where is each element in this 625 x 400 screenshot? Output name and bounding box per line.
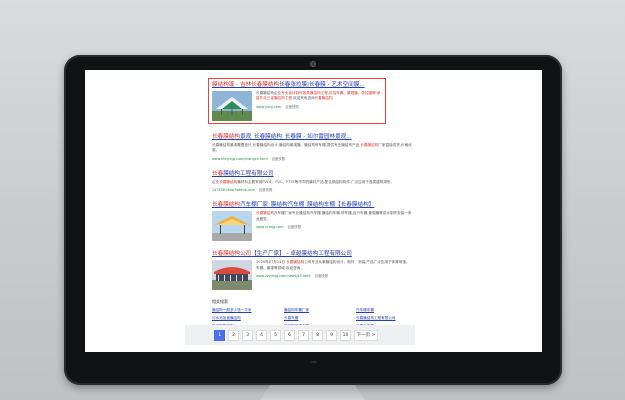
result-body: 长春膜结构景观雕塑设计,长春膜结构设计,膜结构景观膜、膜结构停车棚,提供专业膜结… xyxy=(212,143,412,161)
result-url[interactable]: www.jlxxjj.com xyxy=(256,105,281,109)
result-thumbnail[interactable] xyxy=(212,91,252,121)
snapshot-link[interactable]: 百度快照 xyxy=(315,274,329,278)
result-meta: www.zzyjmjg.com/news/45.html 百度快照 xyxy=(256,273,412,278)
result-text: 长春膜结构汽车棚厂家专业膜结构汽车棚,膜结构车棚,停车棚,自行车棚,景观膜等设计… xyxy=(256,211,412,241)
result-meta: www.ccmjg.com 百度快照 xyxy=(256,224,412,229)
page-button-9[interactable]: 9 xyxy=(326,330,337,341)
result-description: 长春膜结构企业专业设计制作各类膜结构工程,包括车棚、景观膜、张拉膜等,承接东北三… xyxy=(256,91,382,102)
result-title-link[interactable]: 膜结构篷 - 吉林长春膜结构长春张拉膜|长春膜 - 艺术空间膜... xyxy=(212,81,382,89)
title-highlight: 长春膜结构 xyxy=(212,251,240,258)
desc-text: 汽车棚厂家专业膜结构汽车棚,膜结构车棚,停车棚,自行车棚,景观膜等设计制作安装一… xyxy=(256,211,412,221)
desc-text: 长春膜结构景观雕塑设计,长春膜结构设计,膜结构景观膜、膜结构停车棚,提供专业膜结… xyxy=(212,143,361,147)
related-link[interactable]: 膜结构一般多少钱一平米 xyxy=(212,308,284,313)
snapshot-link[interactable]: 百度快照 xyxy=(285,105,299,109)
result-text: 长春膜结构景观雕塑设计,长春膜结构设计,膜结构景观膜、膜结构停车棚,提供专业膜结… xyxy=(212,143,412,161)
result-body: 企业长春膜结构膜材料主要采用PVDF、PVC、PTFE等不同的膜材产品,配合钢结… xyxy=(212,180,412,192)
result-title-link[interactable]: 长春膜结构工程有限公司 xyxy=(212,170,412,178)
title-text: 公司 xyxy=(239,251,252,258)
related-link[interactable]: 汽车棚车棚 xyxy=(356,308,416,313)
result-body: 长春膜结构汽车棚厂家专业膜结构汽车棚,膜结构车棚,停车棚,自行车棚,景观膜等设计… xyxy=(212,211,412,242)
title-highlight: 膜结构篷 - 吉林 xyxy=(212,82,252,88)
related-link[interactable]: 长春车棚 xyxy=(284,316,356,321)
desc-highlight: 长春膜结构 xyxy=(314,96,333,101)
page-button-6[interactable]: 6 xyxy=(284,330,295,341)
result-text: 2020年07月24日 长春膜结构公司专业从事膜结构设计、制作、安装,产品广泛应… xyxy=(256,260,412,290)
page-button-4[interactable]: 4 xyxy=(256,330,267,341)
desc-highlight: 长春膜结构 xyxy=(256,211,274,216)
result-description: 2020年07月24日 长春膜结构公司专业从事膜结构设计、制作、安装,产品广泛应… xyxy=(256,260,412,271)
result-body: 长春膜结构企业专业设计制作各类膜结构工程,包括车棚、景观膜、张拉膜等,承接东北三… xyxy=(212,91,382,121)
title-text: 汽车棚厂家_膜结构汽车棚_膜结构车棚【长春 xyxy=(239,202,352,209)
browser-screen: 膜结构篷 - 吉林长春膜结构长春张拉膜|长春膜 - 艺术空间膜... 长春膜结构企… xyxy=(85,70,542,352)
related-title: 相关搜索 xyxy=(212,299,228,305)
title-text: 【生产厂家】 - 卓越膜结构工程有限公司 xyxy=(251,251,352,258)
title-highlight: 长春膜结构 xyxy=(212,202,240,209)
power-indicator-icon xyxy=(311,361,317,363)
related-link[interactable]: 膜结构车棚厂家 xyxy=(284,308,356,313)
result-title-link[interactable]: 长春膜结构公司【生产厂家】 - 卓越膜结构工程有限公司 xyxy=(212,250,412,258)
monitor-stand xyxy=(260,385,365,400)
desc-text: 2020年07月24日 xyxy=(256,260,287,265)
snapshot-link[interactable]: 百度快照 xyxy=(272,157,286,161)
related-link[interactable]: 长春膜结构工程有限公司 xyxy=(356,316,416,321)
desc-highlight: 长春膜结构 xyxy=(219,179,238,184)
search-result: 长春膜结构工程有限公司 企业长春膜结构膜材料主要采用PVDF、PVC、PTFE等不… xyxy=(212,170,412,192)
result-thumbnail[interactable] xyxy=(212,211,252,242)
result-description: 长春膜结构汽车棚厂家专业膜结构汽车棚,膜结构车棚,停车棚,自行车棚,景观膜等设计… xyxy=(256,211,412,222)
page-button-8[interactable]: 8 xyxy=(312,330,323,341)
webcam-icon xyxy=(310,61,316,67)
result-meta: www.hhhjmjg.com/changch.html 百度快照 xyxy=(212,156,412,161)
title-highlight: 长春膜结构 xyxy=(212,134,240,140)
result-text: 长春膜结构企业专业设计制作各类膜结构工程,包括车棚、景观膜、张拉膜等,承接东北三… xyxy=(256,91,382,121)
desc-text: 欢迎来电咨询 xyxy=(293,96,315,101)
related-link[interactable]: 污水池加盖膜结构 xyxy=(212,316,284,321)
title-text: 膜 - 如尔雷园林景观... xyxy=(295,134,352,140)
result-description: 企业长春膜结构膜材料主要采用PVDF、PVC、PTFE等不同的膜材产品,配合钢结… xyxy=(212,180,394,185)
title-text: 工程有限公司 xyxy=(240,170,274,177)
result-url[interactable]: www.ccmjg.com xyxy=(256,225,284,229)
result-url[interactable]: 247458.shop.fwteus.com xyxy=(212,188,255,192)
result-url[interactable]: www.hhhjmjg.com/changch.html xyxy=(212,157,268,161)
page-button-2[interactable]: 2 xyxy=(228,330,239,341)
snapshot-link[interactable]: 百度快照 xyxy=(259,188,273,192)
result-url[interactable]: www.zzyjmjg.com/news/45.html xyxy=(256,274,311,278)
title-text: 长春张拉膜|长春膜 - 艺术空间膜... xyxy=(279,82,365,88)
next-page-button[interactable]: 下一页 > xyxy=(354,330,378,341)
result-meta: www.jlxxjj.com 百度快照 xyxy=(256,104,382,109)
desc-highlight: 长春膜结构 xyxy=(360,143,379,147)
title-highlight: 长春 xyxy=(212,170,224,177)
search-result: 长春膜结构景观_长春膜结构_长春膜 - 如尔雷园林景观... 长春膜结构景观雕塑设… xyxy=(212,133,412,161)
search-result: 长春膜结构公司【生产厂家】 - 卓越膜结构工程有限公司 2020年07月24日 长… xyxy=(212,250,412,291)
search-result: 长春膜结构汽车棚厂家_膜结构汽车棚_膜结构车棚【长春膜结构】 长春膜结构汽车棚厂家… xyxy=(212,201,412,242)
result-title-link[interactable]: 长春膜结构景观_长春膜结构_长春膜 - 如尔雷园林景观... xyxy=(212,133,412,141)
page-button-3[interactable]: 3 xyxy=(242,330,253,341)
snapshot-link[interactable]: 百度快照 xyxy=(288,225,302,229)
page-button-10[interactable]: 10 xyxy=(340,330,351,341)
page-button-1[interactable]: 1 xyxy=(214,330,225,341)
desc-highlight: 长春膜结构 xyxy=(286,260,305,265)
title-text: 景观_长春膜结构_长春 xyxy=(239,134,296,140)
page-button-5[interactable]: 5 xyxy=(270,330,281,341)
result-body: 2020年07月24日 长春膜结构公司专业从事膜结构设计、制作、安装,产品广泛应… xyxy=(212,260,412,291)
search-results: 膜结构篷 - 吉林长春膜结构长春张拉膜|长春膜 - 艺术空间膜... 长春膜结构企… xyxy=(208,78,412,329)
result-text: 企业长春膜结构膜材料主要采用PVDF、PVC、PTFE等不同的膜材产品,配合钢结… xyxy=(212,180,394,192)
desc-text: 膜材料主要采用PVDF、PVC、PTFE等不同的膜材产品,配合钢结构构件,广泛应… xyxy=(237,179,395,184)
result-meta: 247458.shop.fwteus.com 百度快照 xyxy=(212,187,394,192)
search-result: 膜结构篷 - 吉林长春膜结构长春张拉膜|长春膜 - 艺术空间膜... 长春膜结构企… xyxy=(208,78,386,124)
pagination: 1 2 3 4 5 6 7 8 9 10 下一页 > xyxy=(214,330,378,341)
title-text: 膜结构 xyxy=(223,170,240,177)
title-text: 长春膜结构 xyxy=(251,82,280,88)
monitor-frame: 膜结构篷 - 吉林长春膜结构长春张拉膜|长春膜 - 艺术空间膜... 长春膜结构企… xyxy=(64,55,562,385)
page-button-7[interactable]: 7 xyxy=(298,330,309,341)
result-description: 长春膜结构景观雕塑设计,长春膜结构设计,膜结构景观膜、膜结构停车棚,提供专业膜结… xyxy=(212,143,412,154)
title-text: 膜结构】 xyxy=(351,202,375,209)
result-title-link[interactable]: 长春膜结构汽车棚厂家_膜结构汽车棚_膜结构车棚【长春膜结构】 xyxy=(212,201,412,209)
result-thumbnail[interactable] xyxy=(212,260,252,291)
desc-text: 长春膜结构企业 xyxy=(256,91,282,95)
